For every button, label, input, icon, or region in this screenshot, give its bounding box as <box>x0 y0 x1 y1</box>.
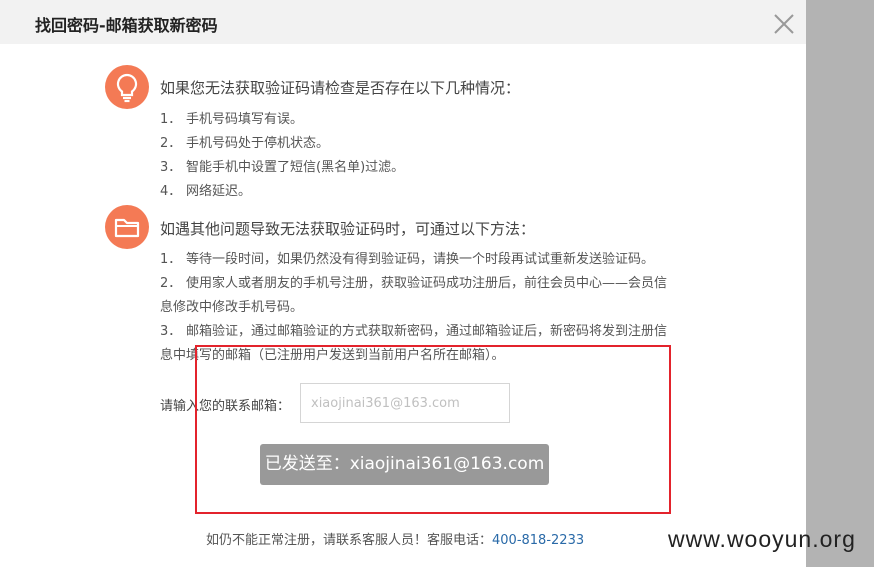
list-item: 3． 智能手机中设置了短信(黑名单)过滤。 <box>160 156 720 180</box>
lightbulb-icon <box>105 65 149 109</box>
item-number: 3． <box>160 324 182 339</box>
watermark: www.wooyun.org <box>668 526 856 552</box>
item-text-continued: 息修改中修改手机号码。 <box>160 300 304 315</box>
item-text: 手机号码填写有误。 <box>186 112 304 127</box>
item-number: 2． <box>160 276 182 291</box>
item-number: 1． <box>160 112 182 127</box>
list-item: 4． 网络延迟。 <box>160 180 720 204</box>
highlight-annotation-box <box>195 345 671 514</box>
item-number: 2． <box>160 136 182 151</box>
item-text: 等待一段时间，如果仍然没有得到验证码，请换一个时段再试试重新发送验证码。 <box>186 252 655 267</box>
item-number: 4． <box>160 184 182 199</box>
dialog: 找回密码-邮箱获取新密码 如果您无法获取验证码请检查是否存在以下几种情况： 1．… <box>0 0 806 567</box>
list-item: 2． 使用家人或者朋友的手机号注册，获取验证码成功注册后，前往会员中心——会员信 … <box>160 272 720 320</box>
list-item: 2． 手机号码处于停机状态。 <box>160 132 720 156</box>
dialog-title: 找回密码-邮箱获取新密码 <box>35 16 218 35</box>
dialog-titlebar: 找回密码-邮箱获取新密码 <box>0 0 806 44</box>
close-icon[interactable] <box>772 12 796 36</box>
item-text: 使用家人或者朋友的手机号注册，获取验证码成功注册后，前往会员中心——会员信 <box>186 276 668 291</box>
section1-heading: 如果您无法获取验证码请检查是否存在以下几种情况： <box>160 79 521 97</box>
footer-text: 如仍不能正常注册，请联系客服人员！客服电话： <box>206 533 493 548</box>
item-text: 手机号码处于停机状态。 <box>186 136 330 151</box>
item-text: 智能手机中设置了短信(黑名单)过滤。 <box>186 160 405 175</box>
folder-icon <box>105 205 149 249</box>
list-item: 1． 等待一段时间，如果仍然没有得到验证码，请换一个时段再试试重新发送验证码。 <box>160 248 720 272</box>
item-text: 邮箱验证，通过邮箱验证的方式获取新密码，通过邮箱验证后，新密码将发到注册信 <box>186 324 668 339</box>
item-number: 1． <box>160 252 182 267</box>
support-phone-link[interactable]: 400-818-2233 <box>492 533 584 548</box>
footer-contact: 如仍不能正常注册，请联系客服人员！客服电话：400-818-2233 <box>206 529 584 548</box>
item-text: 网络延迟。 <box>186 184 252 199</box>
section2-heading: 如遇其他问题导致无法获取验证码时，可通过以下方法： <box>160 220 536 238</box>
item-number: 3． <box>160 160 182 175</box>
list-item: 1． 手机号码填写有误。 <box>160 108 720 132</box>
